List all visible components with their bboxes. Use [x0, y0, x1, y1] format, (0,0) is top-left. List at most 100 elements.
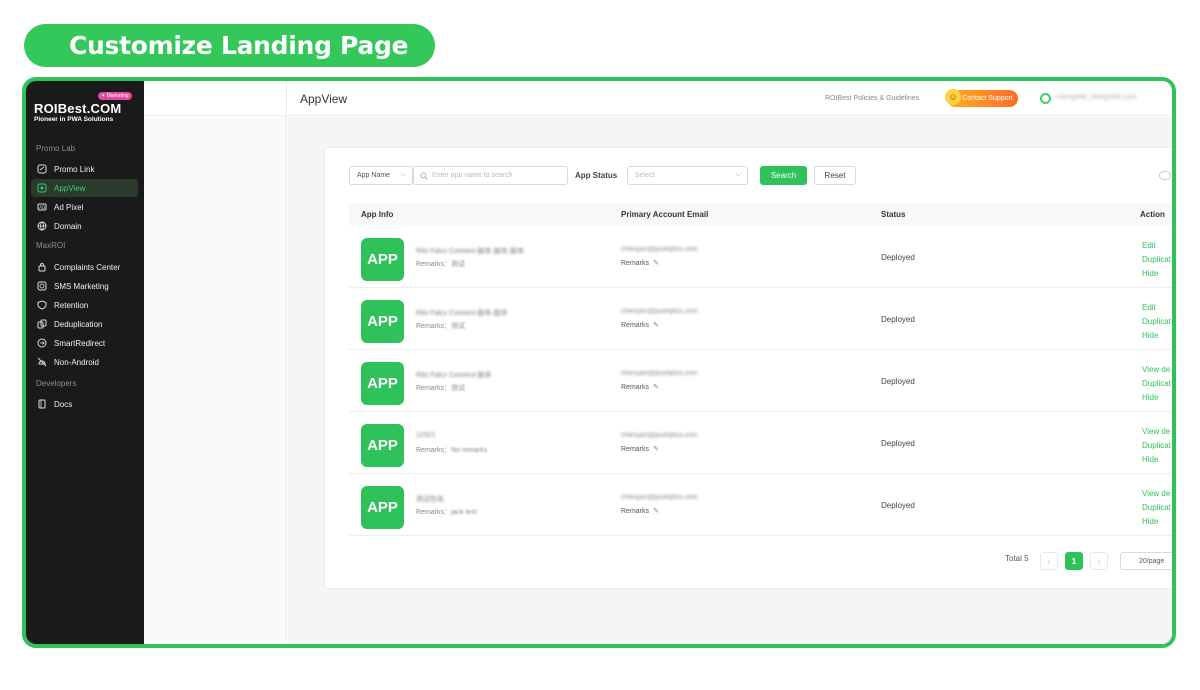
redirect-icon [37, 338, 47, 348]
action-link[interactable]: Hide [1142, 267, 1171, 281]
table-header: App Info Primary Account Email Status Ac… [349, 203, 1172, 225]
edit-icon[interactable]: ✎ [653, 507, 659, 515]
policies-link[interactable]: ROIBest Policies & Guidelines [825, 95, 919, 102]
edit-icon[interactable]: ✎ [653, 321, 659, 329]
col-app-info: App Info [361, 210, 394, 219]
app-name: Rito Falcz Connect-副本-副本 [416, 310, 508, 317]
top-bar: AppView ROIBest Policies & Guidelines ☺ … [288, 81, 1172, 116]
total-count: Total 5 [1005, 554, 1029, 563]
email-remarks[interactable]: Remarks ✎ [621, 321, 659, 329]
chevron-down-icon: ⌵ [735, 171, 741, 178]
sidebar-item-appview[interactable]: AppView [31, 179, 138, 197]
row-actions: View de Duplicat Hide [1142, 425, 1171, 467]
action-link[interactable]: Hide [1142, 391, 1171, 405]
sidebar-item-label: Ad Pixel [54, 202, 84, 212]
android-off-icon [37, 357, 47, 367]
account-email[interactable]: cheng###_###@###.com [1056, 94, 1136, 101]
primary-email: chenyan@pushplus.com [621, 370, 698, 377]
reset-button[interactable]: Reset [814, 166, 856, 185]
nav-section-label: Promo Lab [36, 144, 76, 153]
banner-title: Customize Landing Page [69, 31, 409, 60]
edit-icon[interactable]: ✎ [653, 259, 659, 267]
app-remarks: Remarks：测试 [416, 261, 466, 268]
settings-toggle[interactable] [1159, 171, 1171, 180]
row-actions: View de Duplicat Hide [1142, 363, 1171, 405]
edit-icon[interactable]: ✎ [653, 383, 659, 391]
table-row: APP Rito Falcz Connect-副本-副本-副本 Remarks：… [349, 226, 1172, 288]
action-link[interactable]: View de [1142, 425, 1171, 439]
support-avatar-icon: ☺ [945, 89, 961, 105]
action-link[interactable]: Duplicat [1142, 315, 1171, 329]
next-page-button[interactable]: › [1090, 552, 1108, 570]
field-select[interactable]: App Name ⌵ [349, 166, 413, 185]
app-thumbnail: APP [361, 238, 404, 281]
page-banner: Customize Landing Page [24, 24, 435, 67]
secondary-panel [144, 81, 287, 644]
sidebar-item-label: SmartRedirect [54, 338, 106, 348]
action-link[interactable]: Hide [1142, 515, 1171, 529]
table-row: APP 测试包名 Remarks：jack test chenyan@pushp… [349, 474, 1172, 536]
sidebar-item-complaints-center[interactable]: Complaints Center [31, 258, 138, 276]
action-link[interactable]: View de [1142, 363, 1171, 377]
action-link[interactable]: Duplicat [1142, 377, 1171, 391]
page-1-button[interactable]: 1 [1065, 552, 1083, 570]
brand-logo[interactable]: ROIBest.COM Pioneer in PWA Solutions [34, 101, 121, 123]
app-remarks: Remarks：jack test [416, 509, 477, 516]
action-link[interactable]: Hide [1142, 453, 1171, 467]
action-link[interactable]: Duplicat [1142, 439, 1171, 453]
lock-icon [37, 262, 47, 272]
app-thumbnail: APP [361, 300, 404, 343]
primary-email: chenyan@pushplus.com [621, 432, 698, 439]
col-status: Status [881, 210, 906, 219]
marketing-badge: ✦ Marketing [98, 92, 132, 100]
contact-support-button[interactable]: ☺ Contact Support [945, 89, 1018, 107]
email-remarks[interactable]: Remarks ✎ [621, 445, 659, 453]
action-link[interactable]: View de [1142, 487, 1171, 501]
sidebar-item-label: Complaints Center [54, 262, 121, 272]
appview-card: App Name ⌵ Enter app name to search App … [324, 147, 1172, 589]
screenshot-frame: ROIBest.COM Pioneer in PWA Solutions ✦ M… [22, 77, 1176, 648]
doc-icon [37, 399, 47, 409]
col-action: Action [1140, 210, 1165, 219]
email-remarks[interactable]: Remarks ✎ [621, 259, 659, 267]
nav-section-label: MaxROI [36, 241, 66, 250]
status-value: Deployed [881, 377, 915, 386]
edit-icon[interactable]: ✎ [653, 445, 659, 453]
search-input[interactable]: Enter app name to search [413, 166, 568, 185]
table-row: APP Rito Falcz Connect-副本 Remarks：测试 che… [349, 350, 1172, 412]
sidebar-item-label: Deduplication [54, 319, 103, 329]
action-link[interactable]: Edit [1142, 239, 1171, 253]
user-icon[interactable] [1040, 93, 1051, 104]
app-status-label: App Status [575, 171, 618, 180]
sidebar-item-ad-pixel[interactable]: AD Ad Pixel [31, 198, 138, 216]
app-name: Rito Falcz Connect-副本-副本-副本 [416, 248, 525, 255]
sidebar-item-domain[interactable]: Domain [31, 217, 138, 235]
status-value: Deployed [881, 315, 915, 324]
prev-page-button[interactable]: ‹ [1040, 552, 1058, 570]
page-title: AppView [300, 92, 348, 106]
sidebar: ROIBest.COM Pioneer in PWA Solutions ✦ M… [26, 81, 144, 644]
action-link[interactable]: Duplicat [1142, 501, 1171, 515]
page-size-select[interactable]: 20/page [1120, 552, 1172, 570]
action-link[interactable]: Hide [1142, 329, 1171, 343]
shield-icon [37, 300, 47, 310]
sidebar-item-smartredirect[interactable]: SmartRedirect [31, 334, 138, 352]
sidebar-item-label: Domain [54, 221, 82, 231]
sidebar-item-docs[interactable]: Docs [31, 395, 138, 413]
sidebar-item-non-android[interactable]: Non-Android [31, 353, 138, 371]
sidebar-item-sms-marketing[interactable]: SMS Marketing [31, 277, 138, 295]
action-link[interactable]: Duplicat [1142, 253, 1171, 267]
status-select[interactable]: Select ⌵ [627, 166, 748, 185]
sidebar-item-label: SMS Marketing [54, 281, 109, 291]
app-remarks: Remarks：测试 [416, 323, 466, 330]
action-link[interactable]: Edit [1142, 301, 1171, 315]
sidebar-item-promo-link[interactable]: Promo Link [31, 160, 138, 178]
search-button[interactable]: Search [760, 166, 807, 185]
app-remarks: Remarks：No remarks [416, 447, 488, 454]
sidebar-item-deduplication[interactable]: Deduplication [31, 315, 138, 333]
sidebar-item-retention[interactable]: Retention [31, 296, 138, 314]
email-remarks[interactable]: Remarks ✎ [621, 383, 659, 391]
email-remarks[interactable]: Remarks ✎ [621, 507, 659, 515]
ad-icon: AD [37, 202, 47, 212]
svg-text:AD: AD [39, 205, 45, 210]
